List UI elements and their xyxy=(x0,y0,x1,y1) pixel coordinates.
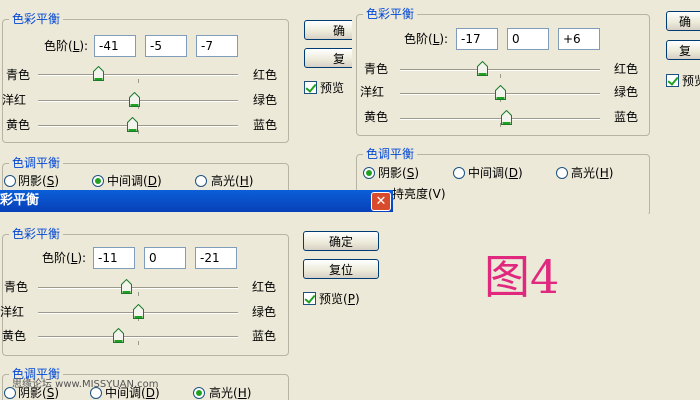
slider-thumb[interactable] xyxy=(121,279,132,294)
color-balance-panel-1: 色彩平衡 色阶(L): -41 -5 -7 青色 红色 洋红 绿色 黄色 蓝色 … xyxy=(0,0,352,192)
midtones-radio[interactable] xyxy=(453,167,465,179)
midtones-label: 中间调(D) xyxy=(107,174,162,188)
ok-button[interactable]: 确 xyxy=(666,11,700,31)
yellow-label: 黄色 xyxy=(6,118,31,132)
magenta-green-slider[interactable] xyxy=(400,85,600,102)
green-label: 绿色 xyxy=(252,305,277,319)
cyan-label: 青色 xyxy=(6,68,31,82)
preview-label: 预览 xyxy=(320,81,345,95)
yellow-label: 黄色 xyxy=(364,110,389,124)
preview-checkbox[interactable] xyxy=(666,74,679,87)
level-input-magenta-green[interactable]: -5 xyxy=(145,35,187,57)
red-label: 红色 xyxy=(614,62,639,76)
cyan-red-slider[interactable] xyxy=(400,61,600,78)
reset-button[interactable]: 复位 xyxy=(303,259,379,279)
watermark: 思缘论坛 www.MISSYUAN.com xyxy=(12,379,159,390)
dialog-titlebar[interactable]: 彩平衡 ✕ xyxy=(0,190,393,212)
levels-label: 色阶(L): xyxy=(44,39,89,53)
level-input-yellow-blue[interactable]: -7 xyxy=(196,35,238,57)
ok-button[interactable]: 确 xyxy=(304,20,352,40)
highlights-label: 高光(H) xyxy=(211,174,254,188)
yellow-blue-slider[interactable] xyxy=(38,117,238,134)
shadows-radio[interactable] xyxy=(363,167,375,179)
cyan-red-slider[interactable] xyxy=(38,279,238,296)
slider-center-tick xyxy=(500,74,501,78)
blue-label: 蓝色 xyxy=(252,329,277,343)
color-balance-legend: 色彩平衡 xyxy=(363,6,418,22)
level-input-cyan-red[interactable]: -11 xyxy=(93,247,135,269)
dialog-title: 彩平衡 xyxy=(0,193,40,208)
green-label: 绿色 xyxy=(253,93,278,107)
cyan-red-slider[interactable] xyxy=(38,66,238,83)
slider-thumb[interactable] xyxy=(133,304,144,319)
reset-button[interactable]: 复 xyxy=(304,48,352,68)
levels-label: 色阶(L): xyxy=(404,32,449,46)
magenta-label: 洋红 xyxy=(0,305,25,319)
midtones-label: 中间调(D) xyxy=(468,166,523,180)
level-input-magenta-green[interactable]: 0 xyxy=(507,28,549,50)
reset-button[interactable]: 复 xyxy=(666,40,700,60)
tone-balance-legend: 色调平衡 xyxy=(9,155,64,171)
yellow-blue-slider[interactable] xyxy=(38,328,238,345)
yellow-blue-slider[interactable] xyxy=(400,110,600,127)
slider-thumb[interactable] xyxy=(113,328,124,343)
color-balance-panel-2: 色彩平衡 色阶(L): -17 0 +6 青色 红色 洋红 绿色 黄色 蓝色 确… xyxy=(352,0,700,214)
slider-center-tick xyxy=(138,79,139,83)
ok-button[interactable]: 确定 xyxy=(303,231,379,251)
color-balance-legend: 色彩平衡 xyxy=(9,11,64,27)
slider-thumb[interactable] xyxy=(129,92,140,107)
slider-thumb[interactable] xyxy=(127,117,138,132)
level-input-yellow-blue[interactable]: +6 xyxy=(558,28,600,50)
preview-label: 预览(P) xyxy=(319,292,360,306)
preview-checkbox[interactable] xyxy=(304,81,317,94)
red-label: 红色 xyxy=(252,280,277,294)
shadows-label: 阴影(S) xyxy=(378,166,419,180)
level-input-yellow-blue[interactable]: -21 xyxy=(195,247,237,269)
highlights-radio[interactable] xyxy=(193,387,205,399)
green-label: 绿色 xyxy=(614,85,639,99)
red-label: 红色 xyxy=(253,68,278,82)
tone-balance-legend: 色调平衡 xyxy=(363,146,418,162)
levels-label: 色阶(L): xyxy=(42,251,87,265)
blue-label: 蓝色 xyxy=(253,118,278,132)
preserve-luminosity-label: 持亮度(V) xyxy=(392,187,446,201)
shadows-label: 阴影(S) xyxy=(18,174,59,188)
level-input-magenta-green[interactable]: 0 xyxy=(144,247,186,269)
slider-thumb[interactable] xyxy=(93,66,104,81)
preview-label: 预览 xyxy=(682,74,700,88)
level-input-cyan-red[interactable]: -17 xyxy=(456,28,498,50)
slider-thumb[interactable] xyxy=(501,110,512,125)
cyan-label: 青色 xyxy=(364,62,389,76)
highlights-radio[interactable] xyxy=(556,167,568,179)
magenta-green-slider[interactable] xyxy=(38,304,238,321)
slider-thumb[interactable] xyxy=(477,61,488,76)
color-balance-legend: 色彩平衡 xyxy=(9,226,64,242)
slider-center-tick xyxy=(138,292,139,296)
cyan-label: 青色 xyxy=(4,280,29,294)
slider-center-tick xyxy=(138,341,139,345)
magenta-label: 洋红 xyxy=(2,93,27,107)
preview-checkbox[interactable] xyxy=(303,292,316,305)
magenta-label: 洋红 xyxy=(360,85,385,99)
level-input-cyan-red[interactable]: -41 xyxy=(94,35,136,57)
yellow-label: 黄色 xyxy=(2,329,27,343)
highlights-label: 高光(H) xyxy=(209,386,252,400)
midtones-radio[interactable] xyxy=(92,175,104,187)
blue-label: 蓝色 xyxy=(614,110,639,124)
slider-thumb[interactable] xyxy=(495,85,506,100)
slider-center-tick xyxy=(138,130,139,134)
highlights-radio[interactable] xyxy=(195,175,207,187)
tone-balance-group: 色调平衡 xyxy=(356,146,650,214)
magenta-green-slider[interactable] xyxy=(38,92,238,109)
color-balance-dialog: 彩平衡 ✕ 色彩平衡 色阶(L): -11 0 -21 青色 红色 洋红 绿色 … xyxy=(0,190,393,400)
shadows-radio[interactable] xyxy=(4,175,16,187)
close-icon[interactable]: ✕ xyxy=(371,192,391,211)
figure-label: 图4 xyxy=(484,250,560,304)
highlights-label: 高光(H) xyxy=(571,166,614,180)
